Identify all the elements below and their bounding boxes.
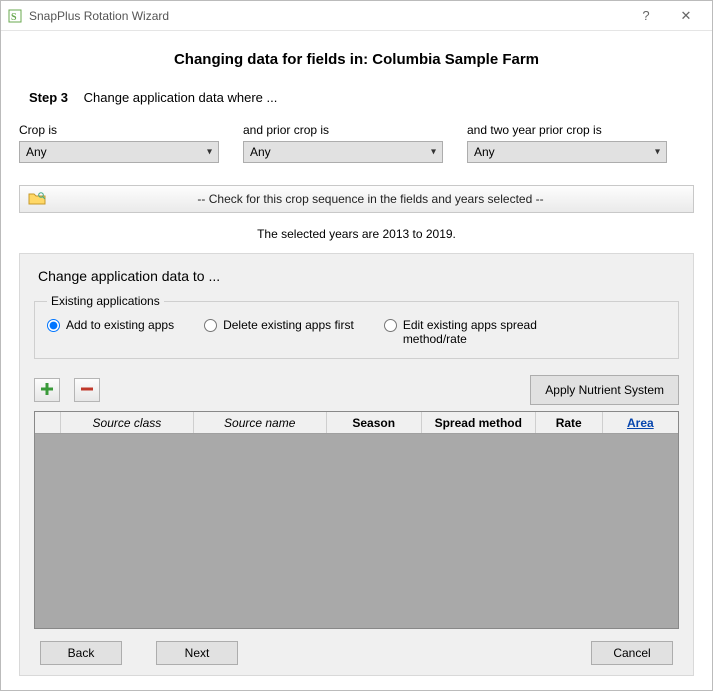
chevron-down-icon: ▾: [207, 147, 212, 158]
window-title: SnapPlus Rotation Wizard: [29, 9, 169, 23]
grid-body: [35, 434, 678, 628]
col-area[interactable]: Area: [603, 412, 678, 433]
crop-is-value: Any: [26, 145, 47, 159]
radio-delete[interactable]: [204, 319, 217, 332]
wizard-footer: Back Next Cancel: [34, 629, 679, 665]
step-label: Step 3: [29, 90, 68, 105]
prior2-crop-dropdown[interactable]: Any ▾: [467, 141, 667, 163]
minus-icon: [80, 382, 94, 399]
col-spread-method[interactable]: Spread method: [422, 412, 536, 433]
col-rate[interactable]: Rate: [536, 412, 603, 433]
page-title: Changing data for fields in: Columbia Sa…: [19, 51, 694, 68]
plus-icon: [40, 382, 54, 399]
col-source-name[interactable]: Source name: [194, 412, 327, 433]
chevron-down-icon: ▾: [655, 147, 660, 158]
crop-is-label: Crop is: [19, 123, 219, 137]
check-sequence-button[interactable]: -- Check for this crop sequence in the f…: [19, 185, 694, 213]
app-icon: S: [7, 8, 23, 24]
svg-text:S: S: [11, 12, 17, 23]
prior-crop-label: and prior crop is: [243, 123, 443, 137]
radio-add-text: Add to existing apps: [66, 318, 174, 332]
back-label: Back: [68, 646, 95, 660]
radio-add[interactable]: [47, 319, 60, 332]
col-source-class[interactable]: Source class: [61, 412, 194, 433]
grid-corner: [35, 412, 61, 433]
existing-legend: Existing applications: [47, 294, 164, 308]
radio-add-label[interactable]: Add to existing apps: [47, 318, 174, 332]
remove-row-button[interactable]: [74, 378, 100, 402]
step-text: Change application data where ...: [84, 90, 278, 105]
step-row: Step 3 Change application data where ...: [29, 90, 694, 105]
radio-edit-text: Edit existing apps spread method/rate: [403, 318, 584, 346]
cancel-label: Cancel: [613, 646, 650, 660]
change-application-panel: Change application data to ... Existing …: [19, 253, 694, 676]
back-button[interactable]: Back: [40, 641, 122, 665]
check-sequence-label: -- Check for this crop sequence in the f…: [56, 192, 685, 206]
prior-crop-value: Any: [250, 145, 271, 159]
radio-delete-label[interactable]: Delete existing apps first: [204, 318, 354, 332]
question-icon: ?: [642, 8, 649, 23]
content: Changing data for fields in: Columbia Sa…: [1, 31, 712, 690]
selected-years-text: The selected years are 2013 to 2019.: [19, 227, 694, 241]
crop-is-dropdown[interactable]: Any ▾: [19, 141, 219, 163]
rotation-wizard-window: S SnapPlus Rotation Wizard ? ✕ Changing …: [0, 0, 713, 691]
add-row-button[interactable]: [34, 378, 60, 402]
next-label: Next: [185, 646, 210, 660]
prior-crop-dropdown[interactable]: Any ▾: [243, 141, 443, 163]
next-button[interactable]: Next: [156, 641, 238, 665]
crop-selectors: Crop is Any ▾ and prior crop is Any ▾ an…: [19, 123, 694, 163]
chevron-down-icon: ▾: [431, 147, 436, 158]
prior2-crop-label: and two year prior crop is: [467, 123, 667, 137]
prior2-crop-value: Any: [474, 145, 495, 159]
help-button[interactable]: ?: [626, 2, 666, 30]
close-icon: ✕: [681, 8, 692, 24]
panel-title: Change application data to ...: [38, 268, 679, 284]
cancel-button[interactable]: Cancel: [591, 641, 673, 665]
apply-nutrient-system-label: Apply Nutrient System: [545, 383, 664, 397]
radio-edit[interactable]: [384, 319, 397, 332]
radio-delete-text: Delete existing apps first: [223, 318, 354, 332]
titlebar: S SnapPlus Rotation Wizard ? ✕: [1, 1, 712, 31]
existing-applications-group: Existing applications Add to existing ap…: [34, 294, 679, 359]
apply-nutrient-system-button[interactable]: Apply Nutrient System: [530, 375, 679, 405]
applications-grid[interactable]: Source class Source name Season Spread m…: [34, 411, 679, 629]
radio-edit-label[interactable]: Edit existing apps spread method/rate: [384, 318, 584, 346]
folder-search-icon: [28, 191, 46, 208]
grid-toolbar: Apply Nutrient System: [34, 375, 679, 405]
col-season[interactable]: Season: [327, 412, 422, 433]
grid-header: Source class Source name Season Spread m…: [35, 412, 678, 434]
close-button[interactable]: ✕: [666, 2, 706, 30]
